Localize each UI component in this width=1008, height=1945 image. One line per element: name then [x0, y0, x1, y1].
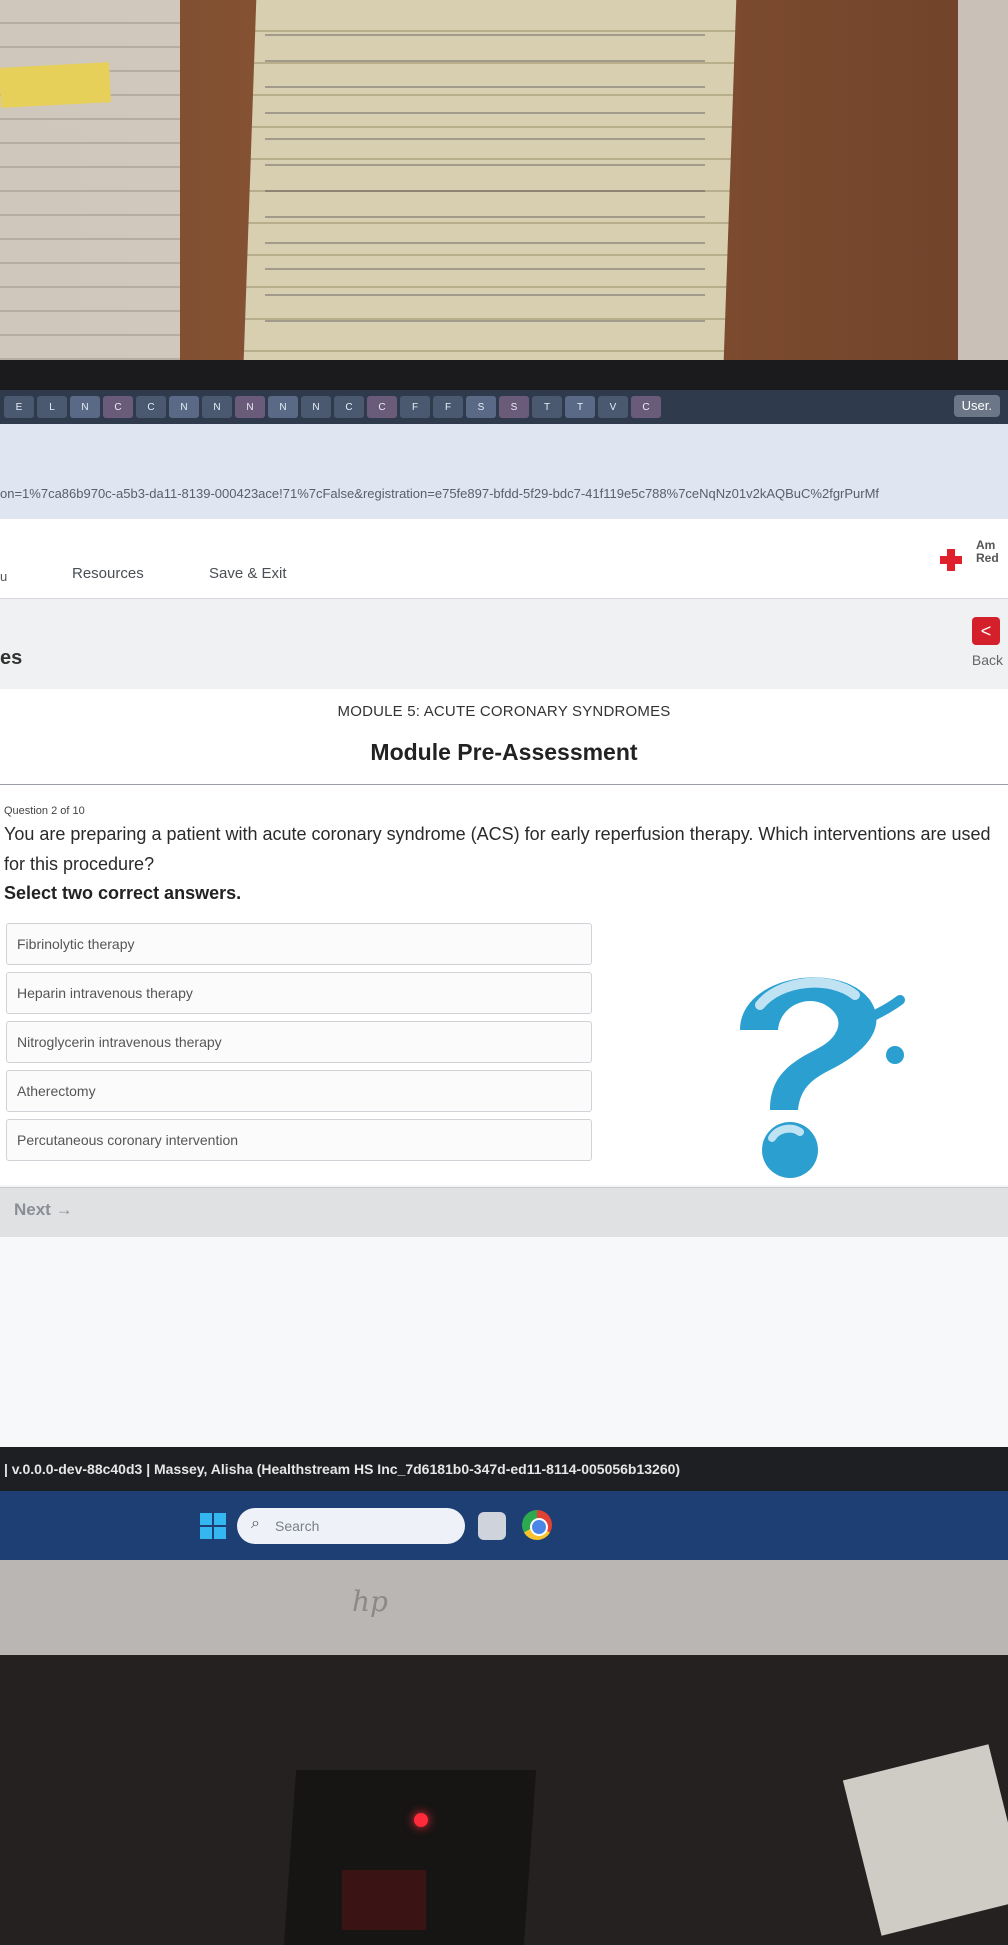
- answer-option[interactable]: Percutaneous coronary intervention: [6, 1119, 592, 1161]
- background-paper-handwriting: [265, 10, 705, 340]
- nav-link-save-exit[interactable]: Save & Exit: [209, 565, 287, 582]
- windows-start-icon[interactable]: [200, 1513, 226, 1539]
- question-text: You are preparing a patient with acute c…: [4, 824, 991, 874]
- chrome-icon[interactable]: [522, 1510, 552, 1540]
- browser-tab[interactable]: N: [169, 396, 199, 418]
- course-title-partial: es: [0, 647, 23, 669]
- power-led-icon: [414, 1813, 428, 1827]
- browser-tab[interactable]: C: [103, 396, 133, 418]
- answer-option[interactable]: Atherectomy: [6, 1070, 592, 1112]
- back-label[interactable]: Back: [972, 652, 1003, 668]
- browser-tab[interactable]: F: [433, 396, 463, 418]
- brand-logo: Am Red: [938, 539, 1008, 579]
- answer-option[interactable]: Fibrinolytic therapy: [6, 923, 592, 965]
- browser-address-area: on=1%7ca86b970c-a5b3-da11-8139-000423ace…: [0, 424, 1008, 519]
- browser-tab[interactable]: N: [235, 396, 265, 418]
- background-wall-right: [958, 0, 1008, 360]
- search-placeholder: Search: [275, 1518, 320, 1534]
- answer-option[interactable]: Nitroglycerin intravenous therapy: [6, 1021, 592, 1063]
- answer-option[interactable]: Heparin intravenous therapy: [6, 972, 592, 1014]
- red-cross-icon: [938, 547, 964, 573]
- monitor-bezel: hp: [0, 1560, 1008, 1655]
- background-paper-left: [0, 0, 180, 380]
- next-button[interactable]: Next →: [14, 1200, 73, 1220]
- monitor-screen: ELNCCNNNNNCCFFSSTTVC User. on=1%7ca86b97…: [0, 390, 1008, 1560]
- browser-tab[interactable]: V: [598, 396, 628, 418]
- navigation-bar: Next →: [0, 1187, 1008, 1237]
- browser-tab-strip: ELNCCNNNNNCCFFSSTTVC: [0, 390, 1008, 424]
- os-taskbar: ⌕ Search: [0, 1491, 1008, 1560]
- browser-tab[interactable]: C: [631, 396, 661, 418]
- browser-tab[interactable]: E: [4, 396, 34, 418]
- browser-tab[interactable]: F: [400, 396, 430, 418]
- app-header: u Resources Save & Exit Am Red: [0, 519, 1008, 599]
- browser-tab[interactable]: L: [37, 396, 67, 418]
- browser-tab[interactable]: T: [565, 396, 595, 418]
- background-sticky-note: [0, 62, 111, 108]
- status-footer: | v.0.0.0-dev-88c40d3 | Massey, Alisha (…: [0, 1447, 1008, 1491]
- device-sticker: [342, 1870, 426, 1930]
- browser-tab[interactable]: C: [334, 396, 364, 418]
- nav-link-resources[interactable]: Resources: [72, 565, 144, 582]
- browser-tab[interactable]: N: [268, 396, 298, 418]
- module-header: MODULE 5: ACUTE CORONARY SYNDROMES Modul…: [0, 689, 1008, 785]
- browser-tab[interactable]: N: [202, 396, 232, 418]
- browser-tab[interactable]: N: [70, 396, 100, 418]
- hp-logo-icon: hp: [352, 1585, 388, 1618]
- browser-tab[interactable]: C: [136, 396, 166, 418]
- version-user-info: | v.0.0.0-dev-88c40d3 | Massey, Alisha (…: [4, 1461, 681, 1477]
- question-panel: Question 2 of 10 You are preparing a pat…: [0, 785, 1008, 1185]
- task-view-icon[interactable]: [478, 1512, 506, 1540]
- question-counter: Question 2 of 10: [4, 805, 85, 817]
- back-button[interactable]: <: [972, 617, 1000, 645]
- question-instruction: Select two correct answers.: [4, 883, 242, 903]
- brand-text: Am Red: [976, 539, 999, 565]
- browser-tab[interactable]: C: [367, 396, 397, 418]
- content-blank-area: [0, 1237, 1008, 1447]
- address-bar-url[interactable]: on=1%7ca86b970c-a5b3-da11-8139-000423ace…: [0, 486, 1008, 501]
- browser-tab[interactable]: S: [499, 396, 529, 418]
- user-profile-chip[interactable]: User.: [953, 395, 1000, 417]
- browser-tab[interactable]: N: [301, 396, 331, 418]
- browser-tab[interactable]: S: [466, 396, 496, 418]
- nav-link-partial[interactable]: u: [0, 569, 7, 584]
- page-title: Module Pre-Assessment: [370, 739, 638, 765]
- module-kicker: MODULE 5: ACUTE CORONARY SYNDROMES: [337, 703, 671, 720]
- taskbar-search-input[interactable]: ⌕ Search: [237, 1508, 465, 1544]
- search-icon: ⌕: [251, 1515, 260, 1532]
- course-subheader: es < Back: [0, 599, 1008, 689]
- question-mark-icon: [740, 977, 905, 1178]
- browser-tab[interactable]: T: [532, 396, 562, 418]
